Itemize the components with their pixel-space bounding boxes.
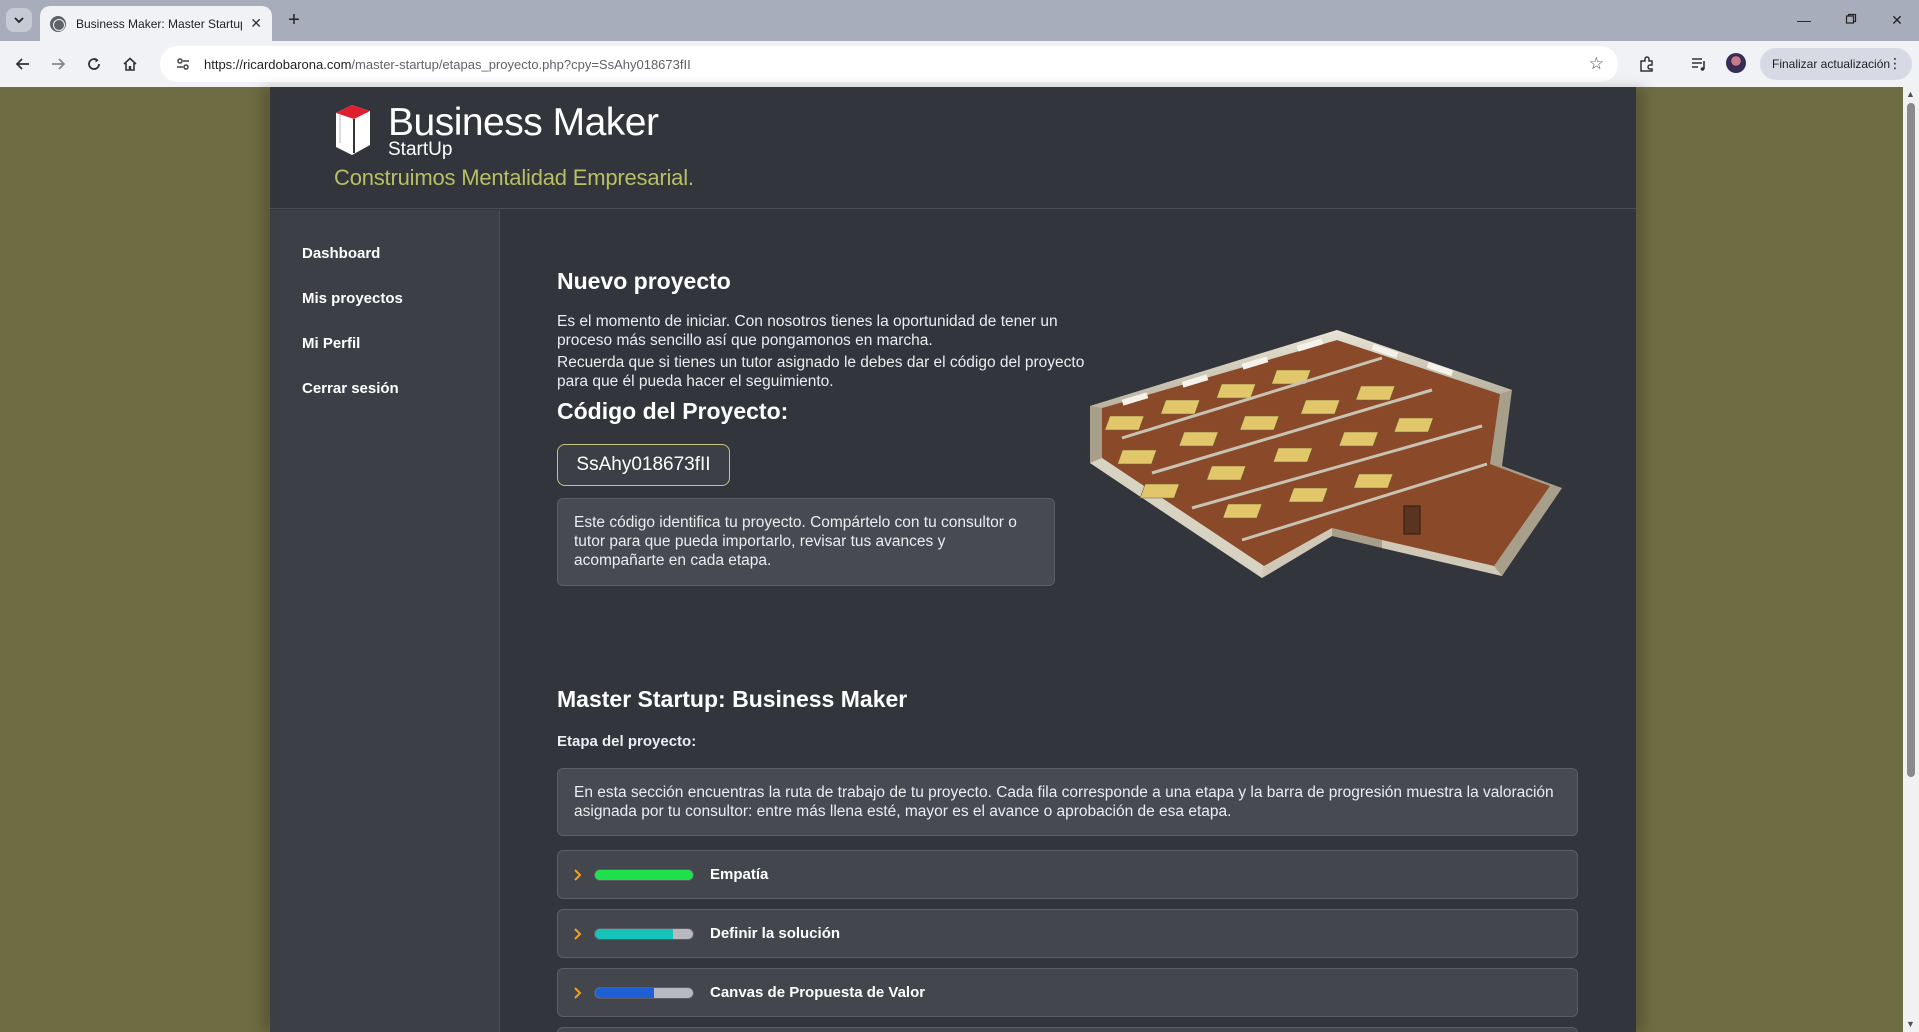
chevron-right-icon[interactable] [572, 986, 584, 999]
forward-icon[interactable] [45, 51, 71, 77]
stage-progress-fill [595, 928, 674, 939]
project-code-box[interactable]: SsAhy018673fII [557, 444, 730, 486]
page-title: Nuevo proyecto [557, 268, 731, 294]
tab-search-button[interactable] [6, 8, 32, 32]
address-bar[interactable]: https://ricardobarona.com/master-startup… [160, 46, 1618, 82]
scroll-down-icon[interactable]: ▼ [1906, 1019, 1915, 1029]
chevron-right-icon[interactable] [572, 868, 584, 881]
close-window-icon[interactable]: ✕ [1882, 8, 1912, 32]
back-icon[interactable] [10, 51, 36, 77]
media-control-icon[interactable] [1688, 53, 1710, 75]
site-info-icon[interactable] [174, 55, 192, 73]
stage-progress-bar [594, 927, 694, 940]
project-code-heading: Código del Proyecto: [557, 398, 789, 424]
intro-paragraph-1: Es el momento de iniciar. Con nosotros t… [557, 313, 1058, 349]
globe-icon [50, 15, 66, 32]
new-tab-button[interactable]: + [282, 8, 306, 32]
url-text: https://ricardobarona.com/master-startup… [204, 57, 691, 72]
sidebar: Dashboard Mis proyectos Mi Perfil Cerrar… [270, 210, 500, 1032]
tab-title: Business Maker: Master Startup [76, 16, 242, 31]
home-icon[interactable] [117, 51, 143, 77]
update-browser-button[interactable]: Finalizar actualización ⋮ [1760, 48, 1912, 80]
bookmark-star-icon[interactable]: ☆ [1589, 54, 1604, 74]
stage-name: Definir la solución [710, 925, 841, 942]
more-options-icon[interactable]: ⋮ [1888, 55, 1902, 71]
sidebar-item-dashboard[interactable]: Dashboard [302, 245, 380, 262]
scrollbar-thumb[interactable] [1907, 103, 1915, 777]
stage-row-empatia[interactable]: Empatía [557, 850, 1578, 899]
stage-name: Empatía [710, 866, 769, 883]
stages-title: Master Startup: Business Maker [557, 686, 908, 712]
chevron-right-icon[interactable] [572, 927, 584, 940]
restore-icon[interactable] [1836, 8, 1866, 32]
stage-row-next[interactable] [557, 1027, 1578, 1032]
scroll-up-icon[interactable]: ▲ [1906, 89, 1915, 99]
extensions-icon[interactable] [1636, 53, 1658, 75]
stage-progress-bar [594, 986, 694, 999]
site-header: Business Maker StartUp Construimos Menta… [270, 87, 1636, 209]
browser-tab-active[interactable]: Business Maker: Master Startup ✕ [40, 6, 272, 41]
stage-label: Etapa del proyecto: [557, 733, 697, 750]
stage-progress-bar [594, 868, 694, 881]
main-content: Nuevo proyecto Es el momento de iniciar.… [500, 210, 1636, 1032]
tab-close-icon[interactable]: ✕ [250, 15, 262, 32]
sidebar-item-mi-perfil[interactable]: Mi Perfil [302, 335, 360, 352]
brand-tagline: Construimos Mentalidad Empresarial. [334, 165, 694, 190]
brand-subtitle: StartUp [388, 139, 453, 160]
stages-note: En esta sección encuentras la ruta de tr… [557, 768, 1578, 836]
sidebar-item-mis-proyectos[interactable]: Mis proyectos [302, 290, 403, 307]
business-maker-logo-icon[interactable] [332, 103, 374, 157]
url-path: /master-startup/etapas_proyecto.php?cpy=… [351, 56, 691, 72]
project-code-note: Este código identifica tu proyecto. Comp… [557, 498, 1055, 586]
web-page: Business Maker StartUp Construimos Menta… [270, 87, 1636, 1032]
stage-name: Canvas de Propuesta de Valor [710, 984, 926, 1001]
stage-row-canvas-propuesta-valor[interactable]: Canvas de Propuesta de Valor [557, 968, 1578, 1017]
intro-text: Es el momento de iniciar. Con nosotros t… [557, 312, 1087, 391]
stage-row-definir-solucion[interactable]: Definir la solución [557, 909, 1578, 958]
url-host: https://ricardobarona.com [204, 56, 352, 72]
stage-progress-fill [595, 987, 654, 998]
sidebar-item-cerrar-sesion[interactable]: Cerrar sesión [302, 380, 399, 397]
stage-progress-fill [595, 869, 693, 880]
update-button-label: Finalizar actualización [1772, 57, 1891, 71]
browser-tab-bar: Business Maker: Master Startup ✕ + — ✕ [0, 0, 1919, 41]
page-scrollbar[interactable]: ▲ ▼ [1903, 87, 1919, 1032]
office-floorplan-illustration [1090, 330, 1562, 578]
browser-toolbar: https://ricardobarona.com/master-startup… [0, 41, 1919, 87]
minimize-icon[interactable]: — [1789, 8, 1819, 32]
intro-paragraph-2: Recuerda que si tienes un tutor asignado… [557, 354, 1085, 390]
reload-icon[interactable] [81, 51, 107, 77]
chevron-down-icon [14, 17, 24, 24]
profile-avatar[interactable] [1726, 53, 1746, 73]
